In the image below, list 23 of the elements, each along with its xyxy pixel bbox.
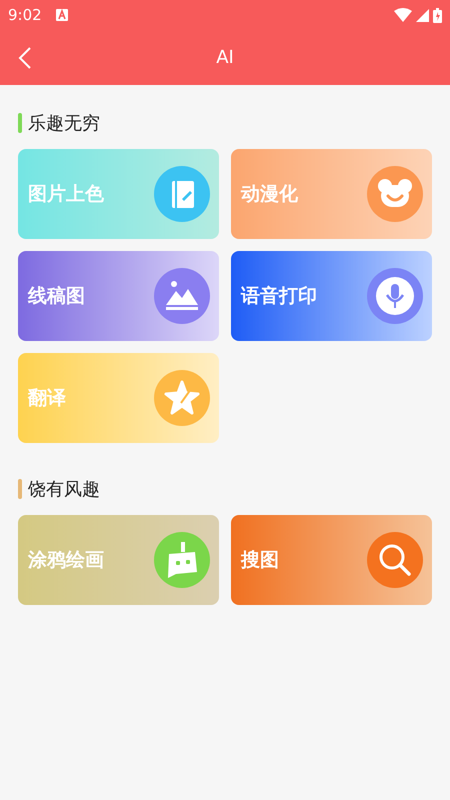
feature-card[interactable]: 语音打印: [231, 251, 432, 341]
page-title: AI: [216, 47, 234, 68]
section-title: 饶有风趣: [28, 478, 100, 501]
notification-icon: [56, 9, 68, 21]
robot-head-icon: [154, 532, 210, 588]
feature-card[interactable]: 图片上色: [18, 149, 219, 239]
feature-card[interactable]: 涂鸦绘画: [18, 515, 219, 605]
wifi-icon: [394, 8, 412, 22]
notebook-pen-icon: [154, 166, 210, 222]
feature-card[interactable]: 搜图: [231, 515, 432, 605]
status-time: 9:02: [8, 6, 42, 24]
search-icon: [367, 532, 423, 588]
back-button[interactable]: [18, 46, 32, 70]
bear-face-icon: [367, 166, 423, 222]
feature-card[interactable]: 动漫化: [231, 149, 432, 239]
feature-card[interactable]: 线稿图: [18, 251, 219, 341]
feature-card[interactable]: 翻译: [18, 353, 219, 443]
battery-icon: [433, 8, 442, 22]
microphone-icon: [367, 268, 423, 324]
section-title: 乐趣无穷: [28, 112, 100, 135]
mountain-image-icon: [154, 268, 210, 324]
star-pencil-icon: [154, 370, 210, 426]
signal-icon: [416, 8, 429, 22]
